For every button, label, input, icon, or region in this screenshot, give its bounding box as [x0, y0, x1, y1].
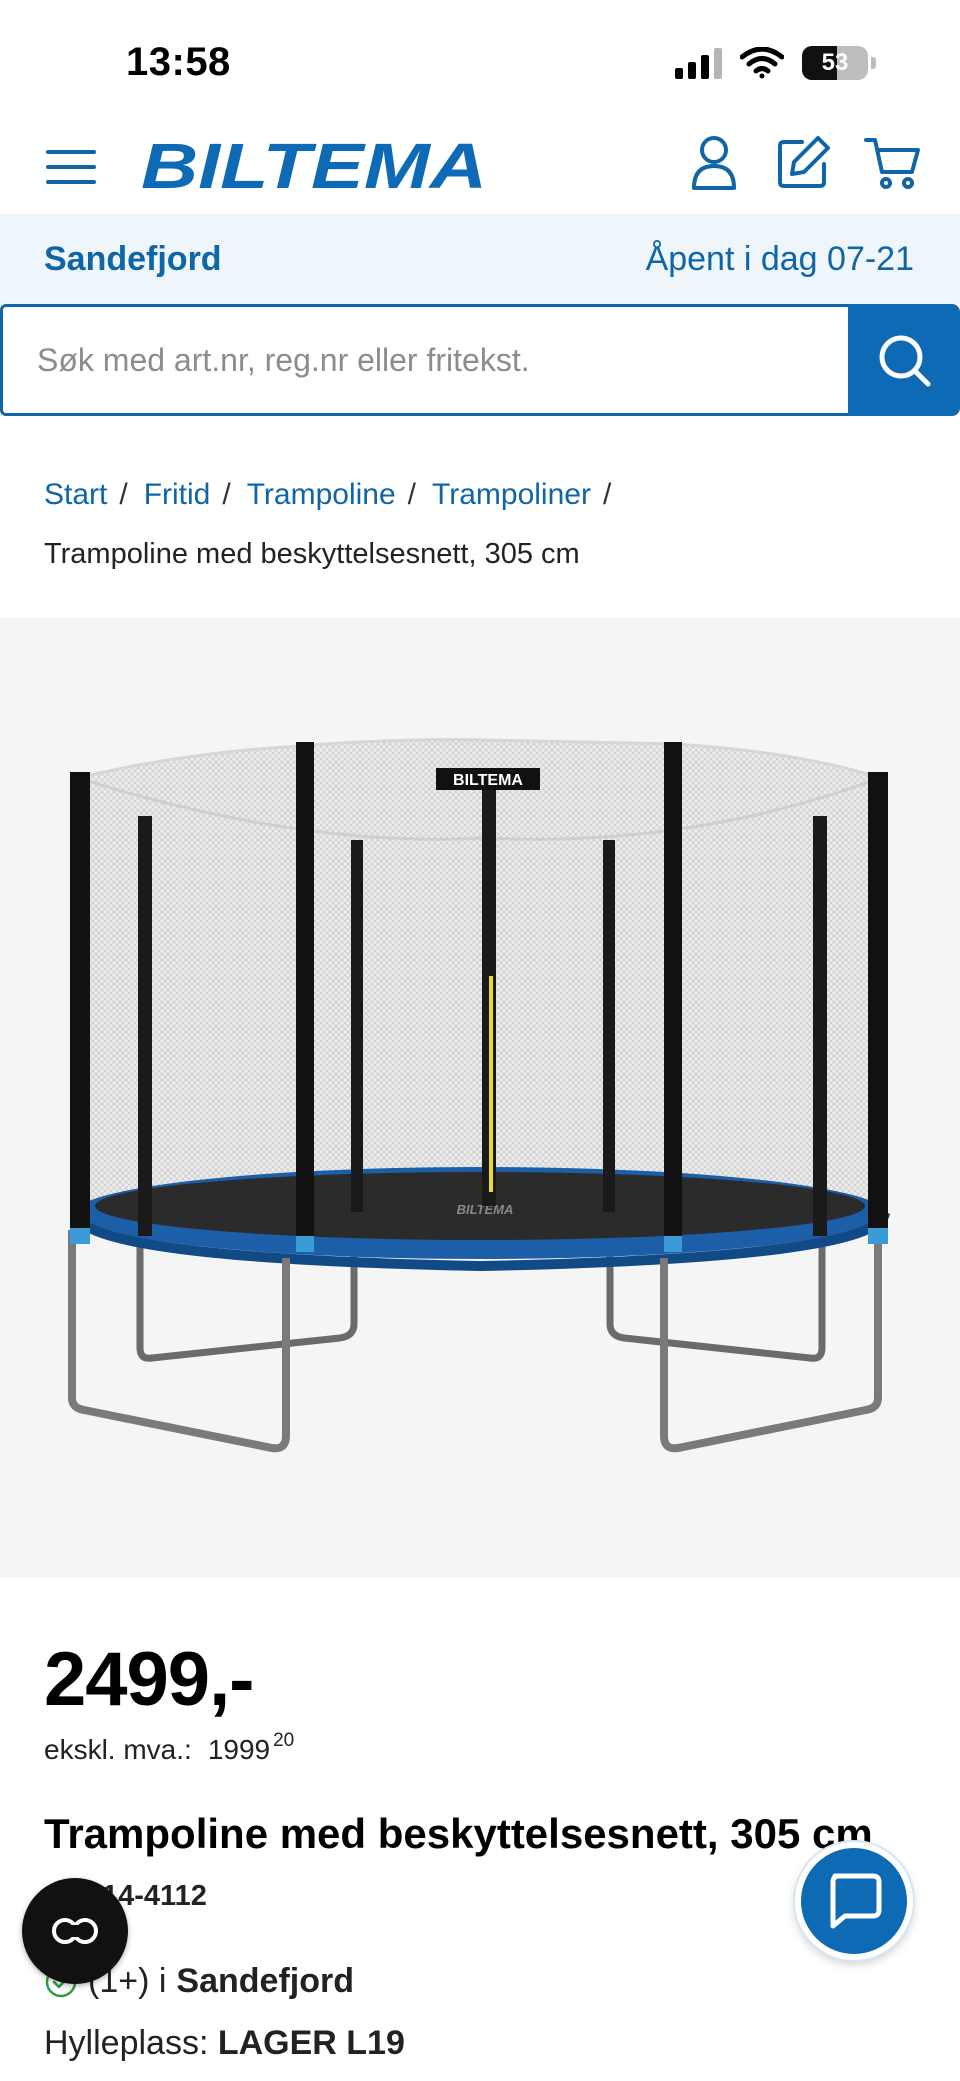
battery-level: 53: [821, 49, 849, 76]
signal-icon: [675, 47, 722, 79]
site-header: BILTEMA: [0, 120, 960, 214]
logo-text: BILTEMA: [141, 132, 487, 202]
search-bar: [0, 304, 960, 416]
breadcrumb-start[interactable]: Start: [44, 478, 107, 512]
status-icons: 53: [675, 46, 876, 80]
stock-store: Sandefjord: [176, 1962, 354, 2000]
breadcrumb-separator: /: [602, 478, 612, 511]
breadcrumb-separator: /: [407, 478, 417, 511]
price-excl-vat: ekskl. mva.: 1999 20: [44, 1730, 294, 1766]
menu-icon: [46, 150, 96, 184]
breadcrumb-separator: /: [119, 478, 128, 511]
breadcrumb-current: Trampoline med beskyttelsesnett, 305 cm: [44, 538, 580, 570]
vat-decimals: 20: [273, 1730, 295, 1751]
cart-icon: [864, 138, 920, 189]
shelf-label: Hylleplass:: [44, 2024, 209, 2062]
cookie-settings-button[interactable]: [22, 1878, 128, 1984]
status-time: 13:58: [126, 40, 231, 84]
breadcrumb-fritid[interactable]: Fritid: [144, 478, 211, 512]
selected-store-link[interactable]: Sandefjord: [44, 240, 222, 279]
shelf-value: LAGER L19: [217, 2024, 405, 2062]
breadcrumb: Start / Fritid / Trampoline / Trampoliner /: [44, 478, 627, 512]
store-opening-hours[interactable]: Åpent i dag 07-21: [646, 240, 914, 279]
shopping-list-button[interactable]: [772, 132, 834, 194]
wifi-icon: [740, 47, 784, 79]
product-image[interactable]: BILTEMA BILTEMA: [0, 618, 960, 1578]
breadcrumb-trampoliner[interactable]: Trampoliner: [432, 478, 591, 512]
product-title: Trampoline med beskyttelsesnett, 305 cm: [44, 1810, 873, 1857]
breadcrumb-separator: /: [222, 478, 231, 511]
breadcrumb-trampoline[interactable]: Trampoline: [247, 478, 396, 512]
menu-button[interactable]: [44, 142, 98, 192]
user-icon: [692, 136, 736, 190]
shelf-location: Hylleplass: LAGER L19: [44, 2024, 405, 2063]
search-input[interactable]: [0, 304, 848, 416]
battery-icon: 53: [802, 46, 868, 80]
vat-value: 1999: [207, 1734, 271, 1765]
status-bar: 13:58 53: [0, 0, 960, 120]
vat-label: ekskl. mva.:: [44, 1734, 192, 1765]
store-bar: Sandefjord Åpent i dag 07-21: [0, 214, 960, 304]
edit-icon: [778, 136, 830, 188]
chat-icon: [830, 1873, 882, 1929]
biltema-logo[interactable]: BILTEMA: [141, 130, 491, 202]
product-price: 2499,-: [44, 1637, 254, 1722]
search-icon: [879, 335, 931, 387]
search-button[interactable]: [848, 304, 960, 416]
brand-tag: BILTEMA: [453, 772, 523, 789]
cookie-icon: [52, 1918, 98, 1944]
account-button[interactable]: [683, 132, 745, 194]
cart-button[interactable]: [862, 132, 924, 194]
chat-button[interactable]: [795, 1842, 913, 1960]
